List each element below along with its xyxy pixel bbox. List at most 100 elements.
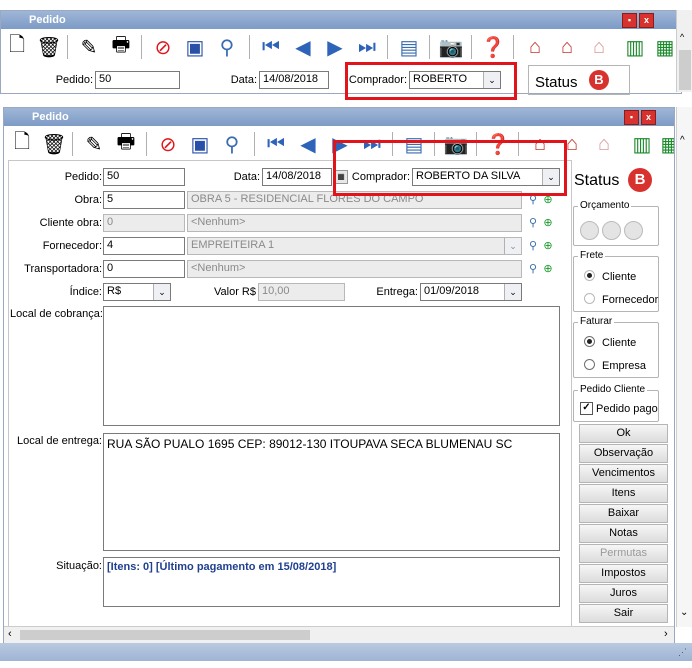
save-icon[interactable]: ▣ [181,33,209,61]
entrega-local-textarea[interactable]: RUA SÃO PUALO 1695 CEP: 89012-130 ITOUPA… [103,433,560,551]
transportadora-code-field[interactable]: 0 [103,260,185,278]
report-icon[interactable]: ▤ [395,33,423,61]
barcode-icon[interactable]: ▥ [628,130,656,158]
permutas-button: Permutas [579,544,668,563]
frete-label: Frete [578,250,606,261]
pedido-field[interactable]: 50 [95,71,180,89]
cancel-icon[interactable]: ⊘ [154,130,182,158]
obra-code-field[interactable]: 5 [103,191,185,209]
search-icon[interactable]: ⚲ [218,130,246,158]
frete-cliente-radio[interactable] [584,270,595,281]
camera-icon[interactable]: 📷 [437,33,465,61]
background-scrollbar[interactable]: ^ [676,10,692,92]
first-record-icon[interactable]: ⏮ [262,130,290,158]
faturar-cliente-radio[interactable] [584,336,595,347]
pedido-field[interactable]: 50 [103,168,185,186]
help-icon[interactable]: ❓ [479,33,507,61]
status-bar: ⋰ [0,643,692,661]
impostos-button[interactable]: Impostos [579,564,668,583]
horizontal-scrollbar[interactable]: ‹ › [4,626,674,643]
faturar-cliente-label: Cliente [602,337,637,349]
fornecedor-label: Fornecedor: [42,240,102,252]
house-cancel-icon[interactable]: ⌂ [585,33,613,61]
juros-button[interactable]: Juros [579,584,668,603]
orcamento-group: Orçamento [573,200,659,246]
new-document-icon[interactable]: 🗋 [3,33,31,61]
scroll-left-icon[interactable]: ‹ [8,628,12,640]
scroll-down-icon[interactable]: ⌄ [680,607,688,618]
cliente-obra-label: Cliente obra: [39,217,102,229]
cancel-icon[interactable]: ⊘ [149,33,177,61]
fornecedor-select[interactable]: EMPREITEIRA 1 ⌄ [187,237,522,255]
pedido-pago-checkbox[interactable]: ✓ [580,402,593,415]
faturar-empresa-radio[interactable] [584,359,595,370]
trash-icon[interactable]: 🗑 [40,130,68,158]
minimize-button[interactable]: ▪ [622,13,637,28]
notas-button[interactable]: Notas [579,524,668,543]
cobranca-textarea[interactable] [103,306,560,426]
transportadora-name-field: <Nenhum> [187,260,522,278]
status-icon: B [589,70,609,90]
printer-icon[interactable]: 🖶 [112,130,140,158]
situacao-box: [Itens: 0] [Último pagamento em 15/08/20… [103,557,560,607]
itens-button[interactable]: Itens [579,484,668,503]
save-icon[interactable]: ▣ [186,130,214,158]
tools-icon[interactable]: ✎ [80,130,108,158]
next-record-icon[interactable]: ▶ [321,33,349,61]
sair-button[interactable]: Sair [579,604,668,623]
baixar-button[interactable]: Baixar [579,504,668,523]
barcode-icon[interactable]: ▥ [621,33,649,61]
search-icon[interactable]: ⚲ [527,240,539,252]
search-icon[interactable]: ⚲ [213,33,241,61]
observacao-button[interactable]: Observação [579,444,668,463]
pedido-cliente-group: Pedido Cliente ✓ Pedido pago [573,384,659,422]
background-window-titlebar: Pedido ▪ x [1,11,681,29]
tools-icon[interactable]: ✎ [75,33,103,61]
indice-label: Índice: [69,286,102,298]
scroll-up-icon[interactable]: ^ [680,135,685,146]
first-record-icon[interactable]: ⏮ [257,33,285,61]
entrega-label: Entrega: [376,286,418,298]
last-record-icon[interactable]: ⏭ [353,33,381,61]
data-field[interactable]: 14/08/2018 [259,71,329,89]
house-cancel-icon[interactable]: ⌂ [590,130,618,158]
excel-icon[interactable]: ▦ [651,33,679,61]
trash-icon[interactable]: 🗑 [35,33,63,61]
fornecedor-code-field[interactable]: 4 [103,237,185,255]
highlight-box-top [345,62,517,100]
chevron-down-icon[interactable]: ⌄ [504,238,521,254]
house-icon[interactable]: ⌂ [521,33,549,61]
previous-record-icon[interactable]: ◀ [289,33,317,61]
frete-group: Frete Cliente Fornecedor [573,250,659,312]
entrega-date-select[interactable]: 01/09/2018 ⌄ [420,283,522,301]
close-button[interactable]: x [639,13,654,28]
close-button[interactable]: x [641,110,656,125]
scroll-thumb[interactable] [679,50,691,90]
scroll-right-icon[interactable]: › [664,628,668,640]
scroll-up-icon[interactable]: ^ [680,32,684,42]
frete-fornecedor-radio[interactable] [584,293,595,304]
minimize-button[interactable]: ▪ [624,110,639,125]
printer-icon[interactable]: 🖶 [107,33,135,61]
search-icon[interactable]: ⚲ [527,263,539,275]
house-edit-icon[interactable]: ⌂ [553,33,581,61]
ok-button[interactable]: Ok [579,424,668,443]
previous-record-icon[interactable]: ◀ [294,130,322,158]
add-icon[interactable]: ⊕ [542,240,554,252]
add-icon[interactable]: ⊕ [542,263,554,275]
data-field[interactable]: 14/08/2018 [262,168,332,186]
excel-icon[interactable]: ▦ [656,130,674,158]
vencimentos-button[interactable]: Vencimentos [579,464,668,483]
vertical-scrollbar[interactable]: ^ ⌄ [676,107,692,627]
indice-select[interactable]: R$ ⌄ [103,283,171,301]
scroll-thumb[interactable] [20,630,310,640]
resize-grip-icon[interactable]: ⋰ [678,647,687,658]
add-icon[interactable]: ⊕ [542,217,554,229]
chevron-down-icon[interactable]: ⌄ [153,284,170,300]
new-document-icon[interactable]: 🗋 [8,130,36,158]
background-window-title: Pedido [29,14,66,26]
situacao-label: Situação: [56,560,102,572]
chevron-down-icon[interactable]: ⌄ [504,284,521,300]
pedido-label: Pedido: [64,171,102,183]
search-icon[interactable]: ⚲ [527,217,539,229]
